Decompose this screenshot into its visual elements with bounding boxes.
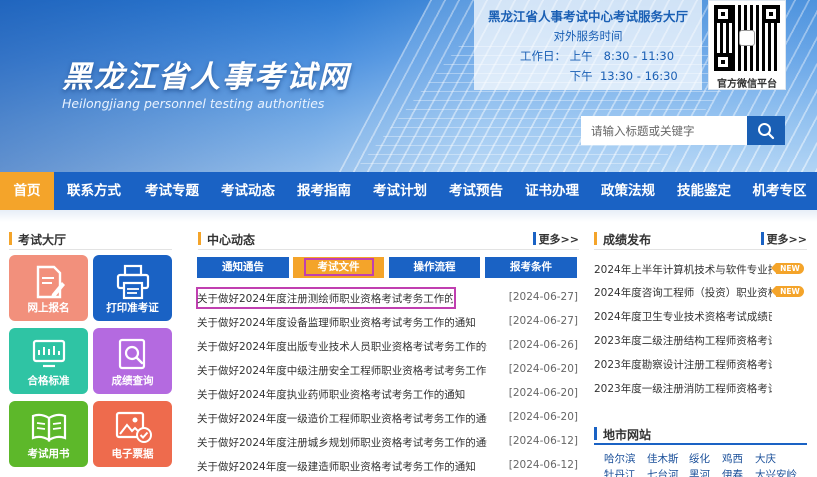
news-item[interactable]: 关于做好2024年度设备监理师职业资格考试考务工作的通知 [2024-06-27…	[197, 312, 578, 332]
center-news-header: 中心动态 更多>>	[198, 228, 579, 250]
city-link[interactable]: 大兴安岭	[755, 467, 797, 477]
city-link[interactable]: 佳木斯	[647, 451, 679, 466]
exam-hall-title: 考试大厅	[18, 233, 67, 247]
result-item[interactable]: 2024年度卫生专业技术资格考试成绩已...	[594, 307, 804, 325]
pm-time: 13:30 - 16:30	[599, 69, 678, 83]
news-item[interactable]: 关于做好2024年度注册城乡规划师职业资格考试考务工作的通知 [2024-06-…	[197, 432, 578, 452]
city-link[interactable]: 伊春	[722, 467, 743, 477]
site-header: 黑龙江省人事考试网 Heilongjiang personnel testing…	[0, 0, 817, 172]
result-item[interactable]: 2023年度一级注册消防工程师资格考试...	[594, 379, 804, 397]
nav-item-skills[interactable]: 技能鉴定	[666, 172, 742, 210]
site-title: 黑龙江省人事考试网	[62, 60, 350, 95]
tile-label: 合格标准	[27, 375, 70, 387]
am-label: 上午	[569, 49, 593, 63]
tile-online-registration[interactable]: 网上报名	[9, 255, 88, 321]
results-header: 成绩发布 更多>>	[594, 228, 807, 250]
nav-item-exam-news[interactable]: 考试动态	[210, 172, 286, 210]
center-news-title: 中心动态	[207, 233, 256, 247]
city-link[interactable]: 牡丹江	[604, 467, 636, 477]
center-news-more-link[interactable]: 更多>>	[539, 231, 579, 247]
tile-passing-standard[interactable]: 合格标准	[9, 328, 88, 394]
news-item[interactable]: 关于做好2024年度执业药师职业资格考试考务工作的通知 [2024-06-20]	[197, 384, 578, 404]
news-item[interactable]: 关于做好2024年度一级建造师职业资格考试考务工作的通知 [2024-06-12…	[197, 456, 578, 476]
exam-hall-header: 考试大厅	[9, 228, 172, 250]
search-document-icon	[118, 338, 145, 370]
nav-item-exam-topics[interactable]: 考试专题	[134, 172, 210, 210]
tab-eligibility[interactable]: 报考条件	[485, 257, 577, 278]
service-title: 黑龙江省人事考试中心考试服务大厅	[487, 9, 688, 24]
city-sites-header: 地市网站	[594, 423, 807, 445]
service-hours-box: 黑龙江省人事考试中心考试服务大厅 对外服务时间 工作日： 上午 8:30 - 1…	[474, 0, 702, 90]
nav-item-guide[interactable]: 报考指南	[286, 172, 362, 210]
main-nav: 首页 联系方式 考试专题 考试动态 报考指南 考试计划 考试预告 证书办理 政策…	[0, 172, 817, 210]
news-item[interactable]: 关于做好2024年度中级注册安全工程师职业资格考试考务工作的... [2024-…	[197, 360, 578, 380]
pm-label: 下午	[569, 69, 593, 83]
image-check-icon	[115, 411, 152, 443]
tile-label: 网上报名	[27, 302, 70, 314]
nav-item-contact[interactable]: 联系方式	[54, 172, 134, 210]
search-icon	[758, 122, 775, 139]
wechat-qr-box: 官方微信平台	[708, 0, 786, 90]
nav-item-exam-preview[interactable]: 考试预告	[438, 172, 514, 210]
result-item[interactable]: 2023年度勘察设计注册工程师资格考试...	[594, 355, 804, 373]
results-title: 成绩发布	[603, 233, 652, 247]
news-item[interactable]: 关于做好2024年度注册测绘师职业资格考试考务工作的通知 [2024-06-27…	[196, 287, 578, 309]
tile-label: 成绩查询	[111, 375, 154, 387]
tile-label: 电子票据	[111, 448, 154, 460]
nav-item-certificates[interactable]: 证书办理	[514, 172, 590, 210]
new-badge: NEW	[771, 286, 804, 297]
city-link[interactable]: 哈尔滨	[604, 451, 636, 466]
result-item[interactable]: 2024年上半年计算机技术与软件专业技... NEW	[594, 260, 804, 278]
service-subtitle: 对外服务时间	[553, 29, 623, 43]
city-link[interactable]: 鸡西	[722, 451, 743, 466]
city-link[interactable]: 黑河	[689, 467, 710, 477]
city-sites-title: 地市网站	[603, 428, 652, 442]
city-link[interactable]: 七台河	[647, 467, 679, 477]
nav-item-computer-exam[interactable]: 机考专区	[742, 172, 817, 210]
new-badge: NEW	[771, 263, 804, 274]
news-item[interactable]: 关于做好2024年度一级造价工程师职业资格考试考务工作的通知 [2024-06-…	[197, 408, 578, 428]
service-am-row: 工作日： 上午 8:30 - 11:30	[482, 48, 694, 64]
tile-e-invoice[interactable]: 电子票据	[93, 401, 172, 467]
search-button[interactable]	[747, 116, 785, 145]
tile-score-query[interactable]: 成绩查询	[93, 328, 172, 394]
result-item[interactable]: 2023年度二级注册结构工程师资格考试...	[594, 331, 804, 349]
tab-procedures[interactable]: 操作流程	[389, 257, 480, 278]
tab-notices[interactable]: 通知通告	[197, 257, 289, 278]
open-book-icon	[31, 413, 66, 442]
printer-icon	[116, 264, 149, 300]
news-item[interactable]: 关于做好2024年度出版专业技术人员职业资格考试考务工作的通知 [2024-06…	[197, 336, 578, 356]
tab-exam-documents[interactable]: 考试文件	[293, 257, 384, 278]
tile-label: 考试用书	[27, 448, 70, 460]
tile-print-admission-ticket[interactable]: 打印准考证	[93, 255, 172, 321]
qr-code-icon	[714, 5, 780, 71]
am-time: 8:30 - 11:30	[603, 49, 675, 63]
nav-item-home[interactable]: 首页	[0, 172, 54, 210]
search-input[interactable]	[581, 116, 747, 145]
service-pm-row: 下午 13:30 - 16:30	[482, 68, 694, 84]
qr-caption: 官方微信平台	[717, 79, 777, 90]
results-more-link[interactable]: 更多>>	[767, 231, 807, 247]
registration-form-icon	[36, 265, 65, 299]
nav-item-exam-plan[interactable]: 考试计划	[362, 172, 438, 210]
nav-item-policy[interactable]: 政策法规	[590, 172, 666, 210]
monitor-chart-icon	[32, 339, 65, 368]
city-link[interactable]: 绥化	[689, 451, 710, 466]
search-box	[581, 116, 785, 145]
tile-exam-books[interactable]: 考试用书	[9, 401, 88, 467]
city-link[interactable]: 大庆	[755, 451, 776, 466]
result-item[interactable]: 2024年度咨询工程师（投资）职业资格... NEW	[594, 283, 804, 301]
workday-label: 工作日：	[520, 49, 566, 63]
tile-label: 打印准考证	[106, 302, 159, 314]
site-subtitle: Heilongjiang personnel testing authoriti…	[62, 96, 325, 111]
